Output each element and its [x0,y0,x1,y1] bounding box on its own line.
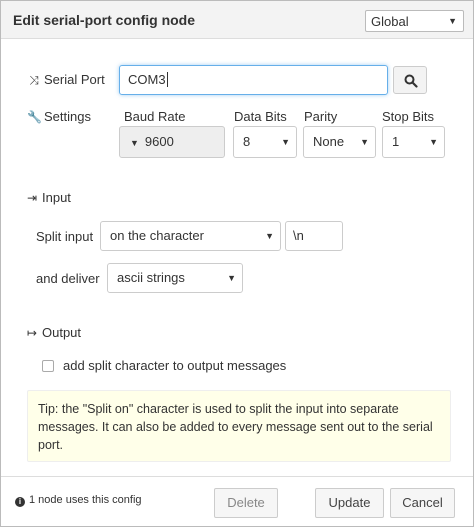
stop-bits-label: Stop Bits [382,109,435,124]
scope-select[interactable]: Global ▼ [365,10,464,32]
parity-select[interactable]: None ▼ [303,126,376,158]
usage-info: i1 node uses this config [15,494,142,507]
sign-out-icon: ↦ [26,326,38,340]
chevron-down-icon: ▼ [448,16,457,26]
chevron-down-icon: ▼ [227,273,236,283]
chevron-down-icon: ▼ [265,231,274,241]
split-input-label: Split input [36,229,94,244]
split-mode-select[interactable]: on the character ▼ [100,221,281,251]
baud-rate-label: Baud Rate [124,109,186,124]
search-icon [404,74,418,88]
chevron-down-icon: ▼ [360,137,369,147]
chevron-down-icon: ▼ [429,137,438,147]
dialog-header: Edit serial-port config node Global ▼ [1,1,473,39]
delete-button[interactable]: Delete [214,488,278,518]
data-bits-label: Data Bits [234,109,287,124]
cancel-button[interactable]: Cancel [390,488,455,518]
config-dialog: Edit serial-port config node Global ▼ ⤨ S… [0,0,474,527]
caret-down-icon: ▼ [130,138,139,148]
tip-box: Tip: the "Split on" character is used to… [27,390,451,462]
serial-port-label: ⤨ Serial Port [27,72,105,88]
dialog-footer: i1 node uses this config Delete Update C… [1,476,473,526]
baud-rate-combo[interactable]: ▼ 9600 [119,126,225,158]
update-button[interactable]: Update [315,488,384,518]
serial-port-input[interactable]: COM3 [119,65,388,95]
add-split-char-label: add split character to output messages [63,358,287,373]
data-bits-select[interactable]: 8 ▼ [233,126,297,158]
info-icon: i [15,497,25,507]
output-section-title: ↦ Output [26,325,82,340]
wrench-icon: 🔧 [27,110,42,124]
stop-bits-select[interactable]: 1 ▼ [382,126,445,158]
deliver-label: and deliver [36,271,100,286]
search-ports-button[interactable] [393,66,427,94]
chevron-down-icon: ▼ [281,137,290,147]
deliver-select[interactable]: ascii strings ▼ [107,263,243,293]
parity-label: Parity [304,109,338,124]
dialog-title: Edit serial-port config node [13,12,196,28]
settings-label: 🔧 Settings [27,109,91,124]
shuffle-icon: ⤨ [29,73,39,87]
scope-value: Global [371,14,409,29]
add-split-char-checkbox[interactable] [42,360,54,372]
input-section-title: ⇥ Input [26,190,71,205]
sign-in-icon: ⇥ [26,191,38,205]
split-character-input[interactable]: \n [285,221,343,251]
